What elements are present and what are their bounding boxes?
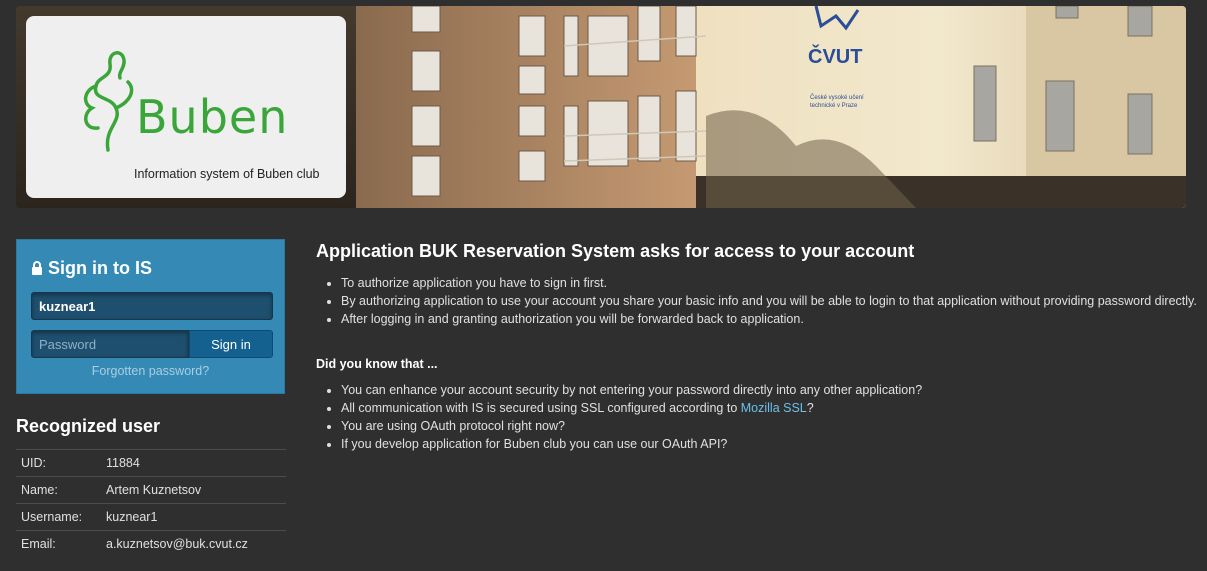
list-item: By authorizing application to use your a… bbox=[341, 292, 1201, 310]
recognized-user-table: UID: 11884 Name: Artem Kuznetsov Usernam… bbox=[16, 449, 286, 557]
mozilla-ssl-link[interactable]: Mozilla SSL bbox=[741, 401, 807, 415]
ssl-suffix: ? bbox=[806, 401, 814, 415]
email-value: a.kuznetsov@buk.cvut.cz bbox=[101, 530, 286, 557]
page-title: Application BUK Reservation System asks … bbox=[316, 241, 915, 261]
table-row: Username: kuznear1 bbox=[16, 503, 286, 531]
name-label: Name: bbox=[16, 476, 101, 504]
signin-panel: Sign in to IS Sign in Forgotten password… bbox=[16, 239, 285, 394]
logo-box: Buben Information system of Buben club bbox=[26, 16, 346, 198]
name-value: Artem Kuznetsov bbox=[101, 476, 286, 504]
recognized-user-title: Recognized user bbox=[16, 416, 161, 436]
signin-title: Sign in to IS bbox=[31, 258, 152, 279]
authorization-info-list: To authorize application you have to sig… bbox=[316, 274, 1201, 328]
table-row: Email: a.kuznetsov@buk.cvut.cz bbox=[16, 530, 286, 557]
uid-value: 11884 bbox=[101, 449, 286, 477]
username-value: kuznear1 bbox=[101, 503, 286, 531]
table-row: Name: Artem Kuznetsov bbox=[16, 476, 286, 504]
password-input[interactable] bbox=[31, 330, 189, 358]
lock-icon bbox=[32, 260, 42, 275]
list-item: If you develop application for Buben clu… bbox=[341, 435, 1201, 453]
email-label: Email: bbox=[16, 530, 101, 557]
signin-title-text: Sign in to IS bbox=[48, 258, 152, 278]
username-input[interactable] bbox=[31, 292, 273, 320]
table-row: UID: 11884 bbox=[16, 449, 286, 477]
logo-text: Buben bbox=[136, 90, 289, 144]
list-item: After logging in and granting authorizat… bbox=[341, 310, 1201, 328]
signin-button[interactable]: Sign in bbox=[189, 330, 273, 358]
list-item: All communication with IS is secured usi… bbox=[341, 399, 1201, 417]
logo-subtitle: Information system of Buben club bbox=[134, 167, 320, 181]
buben-logo-icon bbox=[83, 51, 134, 152]
did-you-know-title: Did you know that ... bbox=[316, 357, 438, 371]
username-label: Username: bbox=[16, 503, 101, 531]
did-you-know-list: You can enhance your account security by… bbox=[316, 381, 1201, 453]
list-item: To authorize application you have to sig… bbox=[341, 274, 1201, 292]
building-sign-small: České vysoké učení technické v Praze bbox=[810, 95, 864, 109]
list-item: You can enhance your account security by… bbox=[341, 381, 1201, 399]
building-sign: ČVUT bbox=[808, 46, 863, 68]
uid-label: UID: bbox=[16, 449, 101, 477]
ssl-text: All communication with IS is secured usi… bbox=[341, 401, 741, 415]
list-item: You are using OAuth protocol right now? bbox=[341, 417, 1201, 435]
forgot-password-link[interactable]: Forgotten password? bbox=[17, 364, 284, 378]
header-banner: Buben Information system of Buben club Č… bbox=[16, 6, 1186, 208]
